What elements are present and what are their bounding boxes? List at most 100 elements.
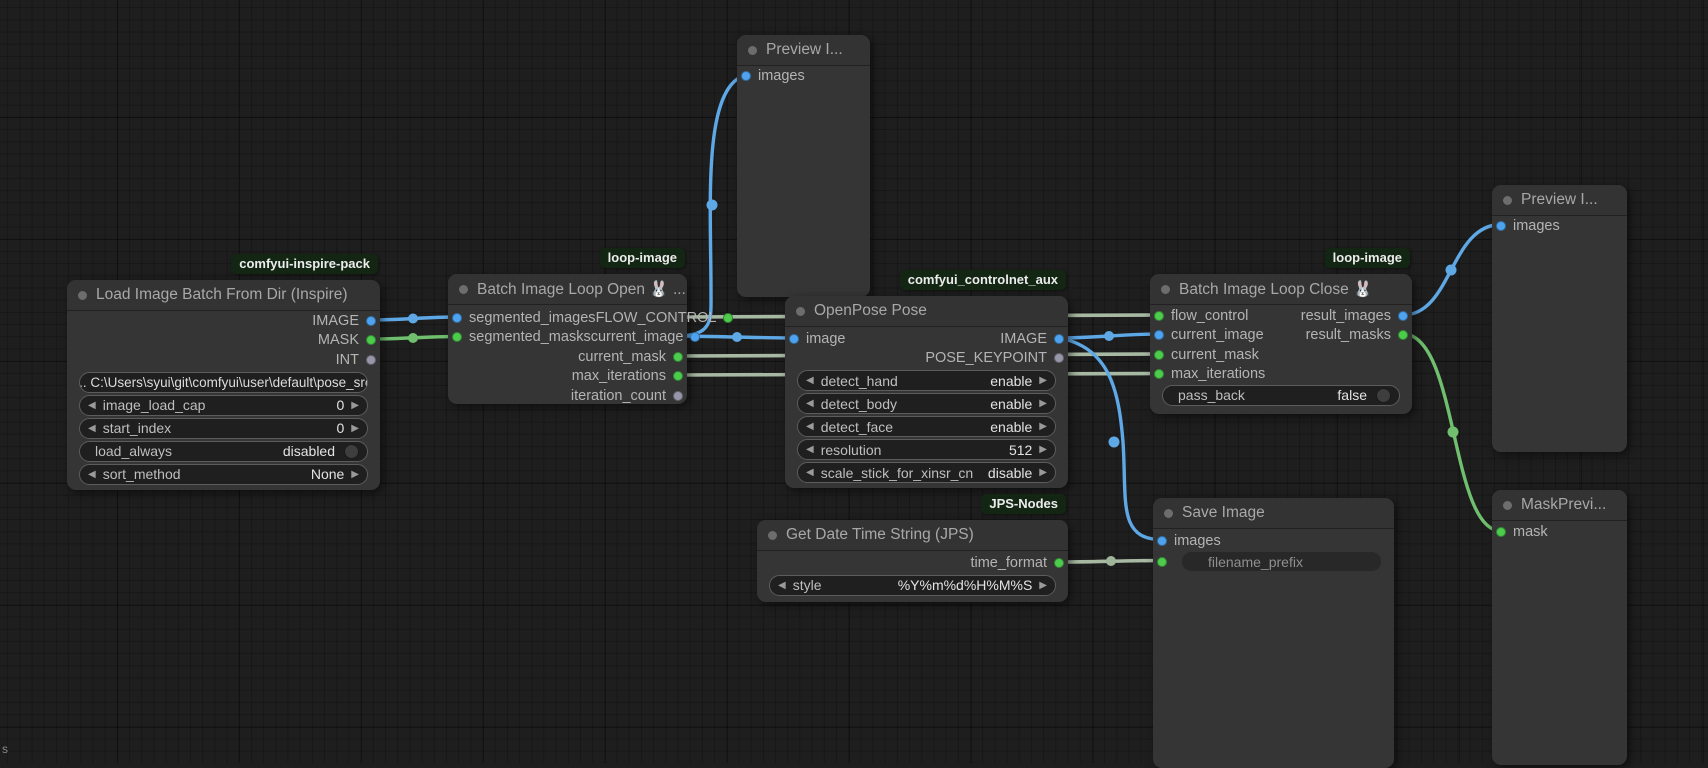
combo-left-arrow-icon[interactable]: ◀: [806, 467, 814, 478]
image-load-cap-widget[interactable]: ◀ image_load_cap 0 ▶: [79, 395, 368, 416]
collapse-dot-icon[interactable]: [748, 46, 757, 55]
resolution-widget[interactable]: ◀ resolution 512 ▶: [797, 439, 1056, 460]
input-label: flow_control: [1171, 308, 1248, 324]
decrement-arrow-icon[interactable]: ◀: [806, 444, 814, 455]
output-slot-result-images[interactable]: [1398, 311, 1408, 321]
combo-right-arrow-icon[interactable]: ▶: [1039, 375, 1047, 386]
filename-prefix-widget[interactable]: filename_prefix: [1181, 551, 1382, 572]
collapse-dot-icon[interactable]: [1503, 501, 1512, 510]
node-title-bar[interactable]: Batch Image Loop Open 🐰 ...: [448, 274, 687, 305]
toggle-knob[interactable]: [1376, 388, 1391, 403]
node-title-bar[interactable]: Batch Image Loop Close 🐰: [1150, 274, 1412, 305]
node-title-bar[interactable]: Save Image: [1153, 498, 1394, 529]
combo-right-arrow-icon[interactable]: ▶: [1039, 398, 1047, 409]
scale-stick-widget[interactable]: ◀ scale_stick_for_xinsr_cn disable ▶: [797, 462, 1056, 483]
node-preview-image-top[interactable]: Preview I... images: [737, 35, 870, 297]
output-slot-time-format[interactable]: [1054, 558, 1064, 568]
widget-name: style: [793, 577, 822, 593]
link-dot[interactable]: [707, 200, 718, 211]
input-slot-segmented-masks[interactable]: [452, 332, 462, 342]
collapse-dot-icon[interactable]: [1164, 509, 1173, 518]
collapse-dot-icon[interactable]: [796, 307, 805, 316]
collapse-dot-icon[interactable]: [768, 531, 777, 540]
widget-name: detect_hand: [821, 373, 898, 389]
collapse-dot-icon[interactable]: [1503, 196, 1512, 205]
node-openpose-pose[interactable]: comfyui_controlnet_aux OpenPose Pose ima…: [785, 296, 1068, 488]
output-slot-image[interactable]: [1054, 334, 1064, 344]
input-slot-images[interactable]: [1157, 536, 1167, 546]
load-always-toggle[interactable]: load_always disabled: [79, 441, 368, 462]
input-slot-filename-prefix[interactable]: [1157, 557, 1167, 567]
output-slot-flow-control[interactable]: [723, 313, 733, 323]
link-dot[interactable]: [1106, 556, 1116, 566]
input-slot-segmented-images[interactable]: [452, 313, 462, 323]
output-slot-max-iterations[interactable]: [673, 371, 683, 381]
decrement-arrow-icon[interactable]: ◀: [88, 423, 96, 434]
node-batch-image-loop-open[interactable]: loop-image Batch Image Loop Open 🐰 ... s…: [448, 274, 687, 404]
combo-right-arrow-icon[interactable]: ▶: [351, 469, 359, 480]
style-widget[interactable]: ◀ style %Y%m%d%H%M%S ▶: [769, 575, 1056, 596]
input-slot-images[interactable]: [741, 71, 751, 81]
output-slot-iteration-count[interactable]: [673, 391, 683, 401]
widget-name: filename_prefix: [1208, 554, 1303, 570]
widget-value: disable: [988, 465, 1032, 481]
input-slot-current-mask[interactable]: [1154, 350, 1164, 360]
output-slot-image[interactable]: [366, 316, 376, 326]
combo-right-arrow-icon[interactable]: ▶: [1039, 580, 1047, 591]
link-dot[interactable]: [408, 333, 418, 343]
node-load-image-batch-from-dir[interactable]: comfyui-inspire-pack Load Image Batch Fr…: [67, 280, 380, 490]
collapse-dot-icon[interactable]: [1161, 285, 1170, 294]
node-save-image[interactable]: Save Image images filename_prefix: [1153, 498, 1394, 768]
decrement-arrow-icon[interactable]: ◀: [88, 400, 96, 411]
output-slot-mask[interactable]: [366, 335, 376, 345]
detect-hand-widget[interactable]: ◀ detect_hand enable ▶: [797, 370, 1056, 391]
output-slot-pose-keypoint[interactable]: [1054, 353, 1064, 363]
link-dot[interactable]: [1448, 427, 1459, 438]
combo-right-arrow-icon[interactable]: ▶: [1039, 467, 1047, 478]
node-batch-image-loop-close[interactable]: loop-image Batch Image Loop Close 🐰 flow…: [1150, 274, 1412, 414]
input-slot-image[interactable]: [789, 334, 799, 344]
output-slot-result-masks[interactable]: [1398, 330, 1408, 340]
pass-back-toggle[interactable]: pass_back false: [1162, 385, 1400, 406]
node-title-bar[interactable]: Preview I...: [737, 35, 870, 66]
increment-arrow-icon[interactable]: ▶: [351, 423, 359, 434]
detect-face-widget[interactable]: ◀ detect_face enable ▶: [797, 416, 1056, 437]
combo-left-arrow-icon[interactable]: ◀: [778, 580, 786, 591]
input-slot-max-iterations[interactable]: [1154, 369, 1164, 379]
node-title-bar[interactable]: MaskPrevi...: [1492, 490, 1627, 521]
start-index-widget[interactable]: ◀ start_index 0 ▶: [79, 418, 368, 439]
combo-left-arrow-icon[interactable]: ◀: [806, 375, 814, 386]
increment-arrow-icon[interactable]: ▶: [1039, 444, 1047, 455]
input-slot-current-image[interactable]: [1154, 330, 1164, 340]
node-title-bar[interactable]: Load Image Batch From Dir (Inspire): [67, 280, 380, 311]
node-title-bar[interactable]: OpenPose Pose: [785, 296, 1068, 327]
link-dot[interactable]: [1446, 265, 1457, 276]
combo-right-arrow-icon[interactable]: ▶: [1039, 421, 1047, 432]
output-slot-int[interactable]: [366, 355, 376, 365]
collapse-dot-icon[interactable]: [459, 285, 468, 294]
combo-left-arrow-icon[interactable]: ◀: [88, 469, 96, 480]
input-slot-flow-control[interactable]: [1154, 311, 1164, 321]
link-dot[interactable]: [732, 332, 742, 342]
detect-body-widget[interactable]: ◀ detect_body enable ▶: [797, 393, 1056, 414]
node-mask-preview[interactable]: MaskPrevi... mask: [1492, 490, 1627, 765]
link-dot[interactable]: [1104, 331, 1114, 341]
toggle-knob[interactable]: [344, 444, 359, 459]
directory-combo-widget[interactable]: ... C:\Users\syui\git\comfyui\user\defau…: [79, 372, 368, 393]
combo-left-arrow-icon[interactable]: ◀: [806, 421, 814, 432]
node-title-bar[interactable]: Preview I...: [1492, 185, 1627, 216]
node-get-date-time-string[interactable]: JPS-Nodes Get Date Time String (JPS) tim…: [757, 520, 1068, 602]
output-slot-current-image[interactable]: [690, 332, 700, 342]
node-title-bar[interactable]: Get Date Time String (JPS): [757, 520, 1068, 551]
combo-left-arrow-icon[interactable]: ◀: [806, 398, 814, 409]
sort-method-widget[interactable]: ◀ sort_method None ▶: [79, 464, 368, 485]
link-dot[interactable]: [408, 314, 418, 324]
increment-arrow-icon[interactable]: ▶: [351, 400, 359, 411]
input-slot-images[interactable]: [1496, 221, 1506, 231]
input-slot-mask[interactable]: [1496, 527, 1506, 537]
link-dot[interactable]: [1109, 437, 1120, 448]
output-slot-current-mask[interactable]: [673, 352, 683, 362]
node-preview-image-right[interactable]: Preview I... images: [1492, 185, 1627, 452]
graph-canvas[interactable]: comfyui-inspire-pack Load Image Batch Fr…: [0, 0, 1708, 763]
collapse-dot-icon[interactable]: [78, 291, 87, 300]
